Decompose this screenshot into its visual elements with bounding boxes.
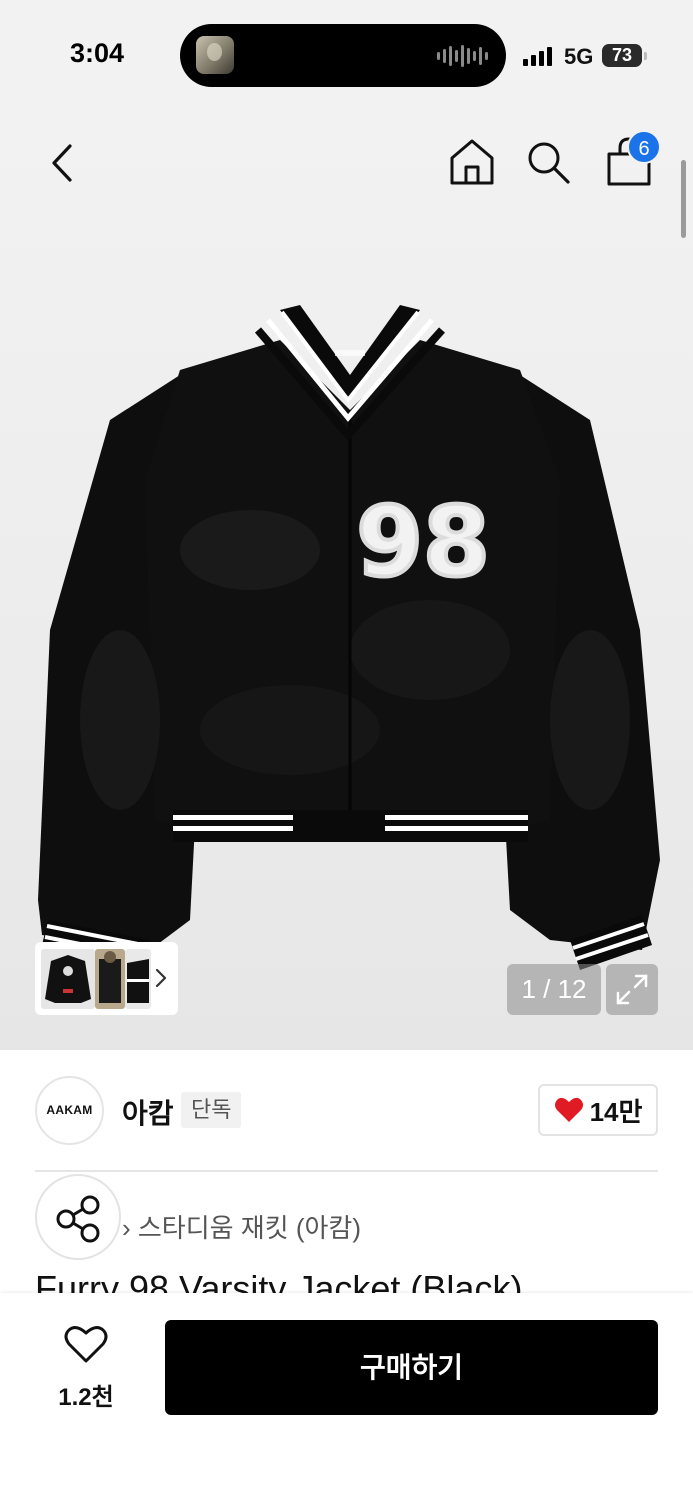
brand-like-button[interactable]: 14만 [538,1084,658,1136]
brand-logo[interactable]: AAKAM [35,1076,104,1145]
image-counter: 1 / 12 [507,964,601,1015]
cart-button[interactable]: 6 [603,130,663,190]
status-bar: 3:04 5G 73 [0,0,693,110]
home-icon [450,139,494,185]
signal-icon [523,46,552,66]
battery-icon: 73 [602,44,647,67]
thumbnail-image[interactable] [125,949,151,1009]
back-button[interactable] [40,138,84,188]
brand-row: AAKAM 아캄 단독 14만 [0,1050,693,1170]
jacket-back-thumbnail [45,955,91,1003]
search-icon [528,142,570,184]
brand-like-count: 14만 [589,1096,643,1127]
bottom-action-bar: 1.2천 구매하기 [0,1293,693,1500]
thumbnail-strip[interactable] [35,942,178,1015]
share-button[interactable] [35,1174,121,1260]
chevron-left-icon [52,144,72,182]
home-button[interactable] [447,136,497,188]
jacket-detail-thumbnail [127,959,149,1003]
product-image: 98 [38,305,660,970]
network-label: 5G [564,44,594,69]
fullscreen-button[interactable] [606,964,658,1015]
buy-button[interactable]: 구매하기 [165,1320,658,1415]
cart-count-badge: 6 [627,130,661,164]
heart-filled-icon [554,1097,583,1122]
model-thumbnail [99,951,121,1003]
dynamic-island[interactable] [180,24,506,87]
wishlist-button[interactable]: 1.2천 [40,1323,132,1413]
scroll-indicator [681,160,686,238]
share-icon [56,1195,100,1243]
exclusive-badge: 단독 [181,1092,242,1128]
divider [35,1170,658,1172]
thumbnail-image[interactable] [41,949,95,1009]
jacket-number-patch: 98 [356,486,490,598]
waveform-icon [437,44,488,68]
thumbnail-image[interactable] [95,949,125,1009]
heart-outline-icon [64,1326,108,1363]
brand-name[interactable]: 아캄 [122,1092,174,1132]
status-time: 3:04 [70,38,125,68]
category-breadcrumb[interactable]: › 스타디움 재킷 (아캄) [122,1208,361,1245]
product-image-gallery[interactable]: 6 98 1 / 12 [0,110,693,1050]
chevron-right-icon[interactable] [153,964,169,992]
search-button[interactable] [523,136,573,188]
wishlist-count: 1.2천 [58,1384,114,1411]
expand-icon [616,974,648,1005]
now-playing-thumbnail [196,36,234,74]
